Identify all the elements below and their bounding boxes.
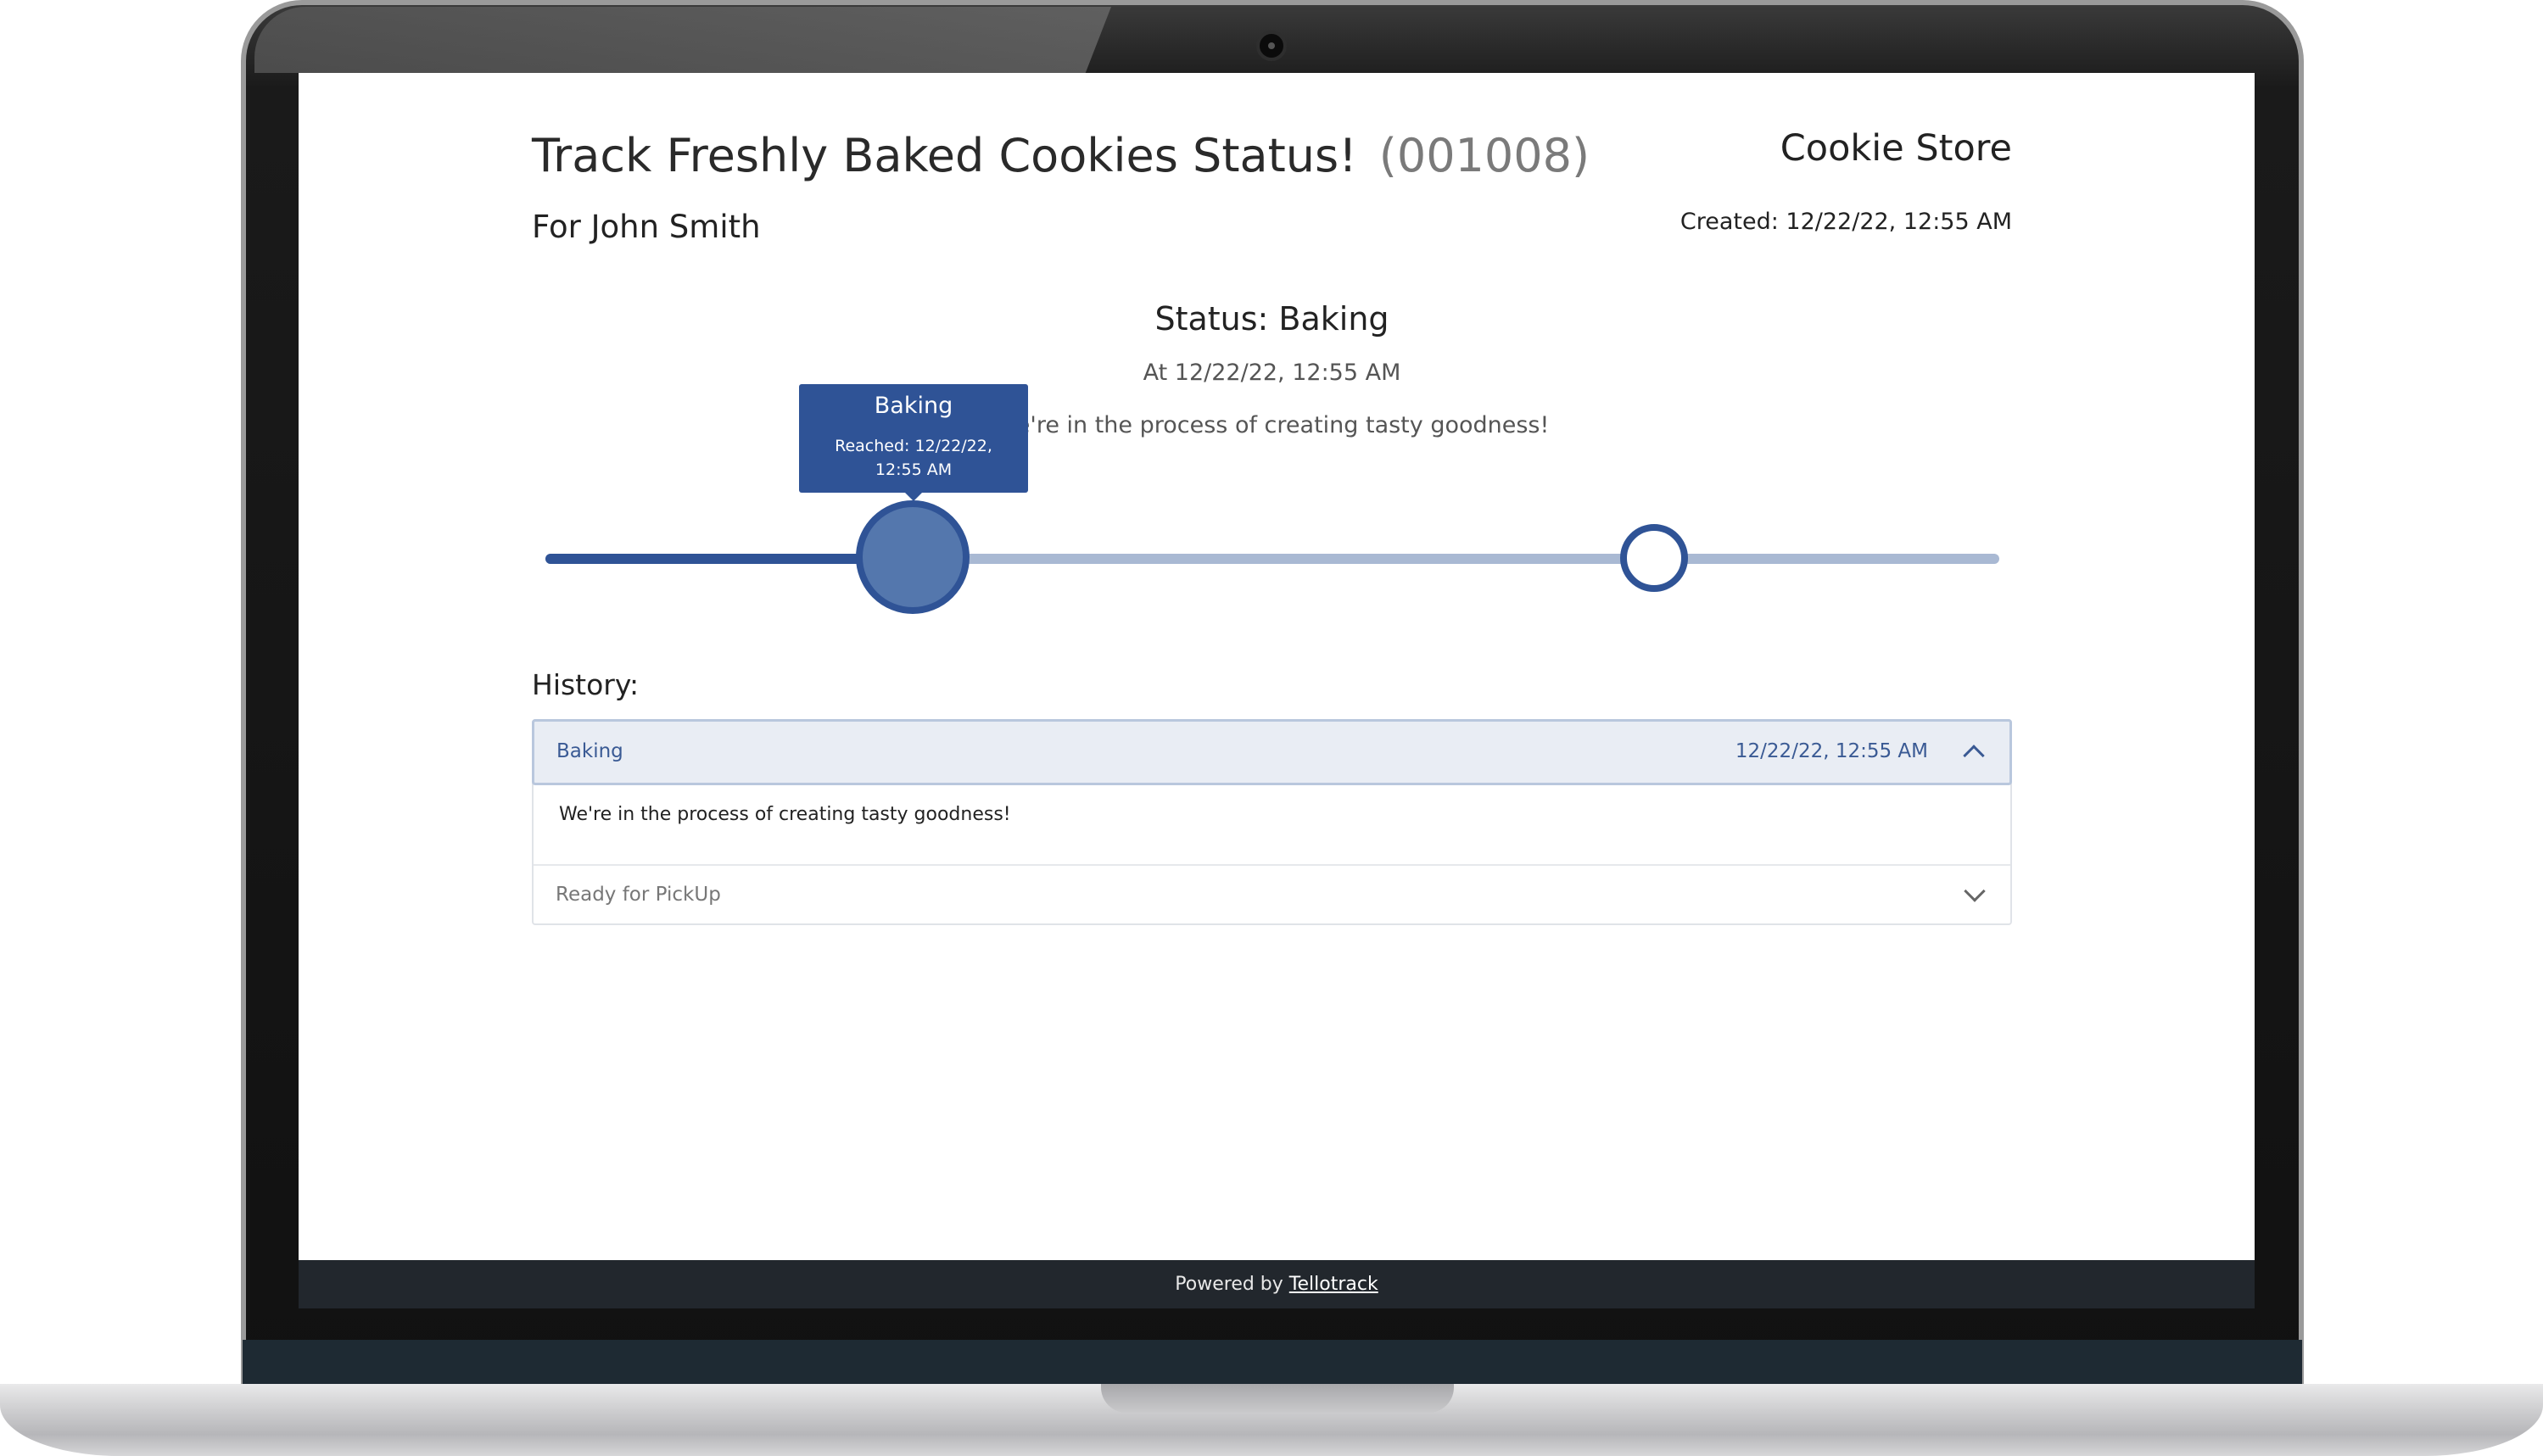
webcam-icon (1256, 31, 1287, 61)
chevron-down-icon[interactable] (1964, 880, 1986, 902)
milestone-baking[interactable] (856, 500, 970, 614)
tracking-page: Track Freshly Baked Cookies Status! (0010… (532, 73, 2012, 1260)
status-timestamp: At 12/22/22, 12:55 AM (1143, 360, 1401, 386)
milestone-ready-for-pickup[interactable] (1620, 524, 1688, 592)
history-heading: History: (532, 668, 640, 701)
history-accordion: Baking 12/22/22, 12:55 AM We're in the p… (532, 719, 2012, 925)
footer-prefix: Powered by (1175, 1274, 1289, 1295)
page-title-text: Track Freshly Baked Cookies Status! (532, 129, 1357, 182)
history-item-title: Ready for PickUp (556, 884, 721, 906)
page-footer: Powered by Tellotrack (299, 1260, 2255, 1308)
page-title: Track Freshly Baked Cookies Status! (0010… (532, 129, 1590, 182)
history-item-body: We're in the process of creating tasty g… (559, 804, 1011, 825)
lid-glare (254, 7, 1111, 73)
laptop-bezel-bottom (243, 1340, 2302, 1389)
status-description: We're in the process of creating tasty g… (994, 412, 1550, 438)
customer-name: For John Smith (532, 209, 761, 245)
created-date: Created: 12/22/22, 12:55 AM (1679, 209, 2012, 235)
store-name: Cookie Store (1780, 127, 2012, 170)
tooltip-reached: Reached: 12/22/22, 12:55 AM (835, 437, 992, 479)
history-item-title: Baking (556, 740, 623, 762)
status-title: Status: Baking (1154, 300, 1389, 338)
milestone-tooltip: Baking Reached: 12/22/22, 12:55 AM (799, 384, 1028, 501)
chevron-up-icon[interactable] (1963, 745, 1985, 767)
history-item-header[interactable]: Ready for PickUp (534, 866, 2010, 925)
footer-link[interactable]: Tellotrack (1289, 1274, 1378, 1295)
browser-screen: Track Freshly Baked Cookies Status! (0010… (299, 73, 2255, 1308)
tooltip-title: Baking (874, 393, 953, 419)
order-id: (001008) (1378, 129, 1590, 182)
history-item-header[interactable]: Baking 12/22/22, 12:55 AM (532, 719, 2012, 785)
history-item-date: 12/22/22, 12:55 AM (1735, 740, 1928, 762)
laptop-base-notch (1101, 1384, 1454, 1413)
